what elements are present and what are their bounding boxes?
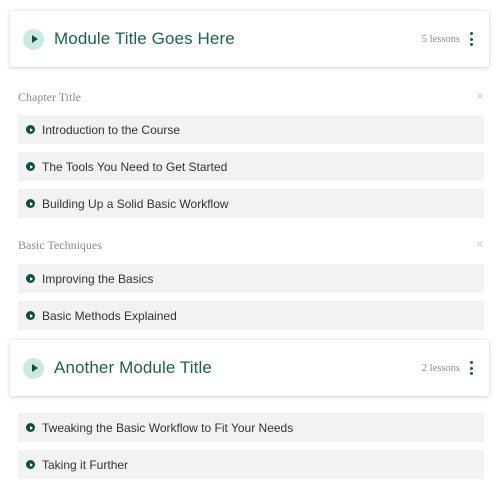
lesson-item[interactable]: Basic Methods Explained [18,301,484,330]
play-circle-icon [26,199,35,208]
module-header[interactable]: Another Module Title 2 lessons [10,340,489,396]
lesson-label: The Tools You Need to Get Started [42,159,228,174]
play-icon[interactable] [23,357,44,379]
lesson-label: Improving the Basics [42,271,154,286]
lesson-label: Building Up a Solid Basic Workflow [42,196,229,211]
play-circle-icon [26,125,35,134]
lesson-item[interactable]: Tweaking the Basic Workflow to Fit Your … [18,413,484,442]
lessons-count: 2 lessons [421,362,460,374]
kebab-menu-icon[interactable] [466,361,476,375]
play-circle-icon [26,423,35,432]
play-icon[interactable] [23,28,44,50]
close-icon[interactable]: × [476,240,484,250]
play-circle-icon [26,460,35,469]
close-icon[interactable]: × [476,92,484,102]
lesson-item[interactable]: Improving the Basics [18,264,484,293]
lesson-item[interactable]: Building Up a Solid Basic Workflow [18,189,484,218]
lesson-label: Taking it Further [42,457,129,472]
module-title: Module Title Goes Here [54,29,235,48]
lesson-item[interactable]: Taking it Further [18,450,484,479]
lesson-label: Basic Methods Explained [42,308,177,323]
kebab-menu-icon[interactable] [466,32,476,46]
module-header[interactable]: Module Title Goes Here 5 lessons [10,11,489,67]
play-circle-icon [26,311,35,320]
chapter-header: Basic Techniques × [18,236,484,254]
lesson-label: Tweaking the Basic Workflow to Fit Your … [42,420,294,435]
lesson-item[interactable]: Introduction to the Course [18,115,484,144]
chapter-title: Chapter Title [18,89,82,104]
lesson-label: Introduction to the Course [42,122,181,137]
play-circle-icon [26,162,35,171]
play-circle-icon [26,274,35,283]
lessons-count: 5 lessons [421,33,460,45]
chapter-title: Basic Techniques [18,237,102,252]
module-title: Another Module Title [54,358,212,377]
chapter-header: Chapter Title × [18,88,484,106]
lesson-item[interactable]: The Tools You Need to Get Started [18,152,484,181]
